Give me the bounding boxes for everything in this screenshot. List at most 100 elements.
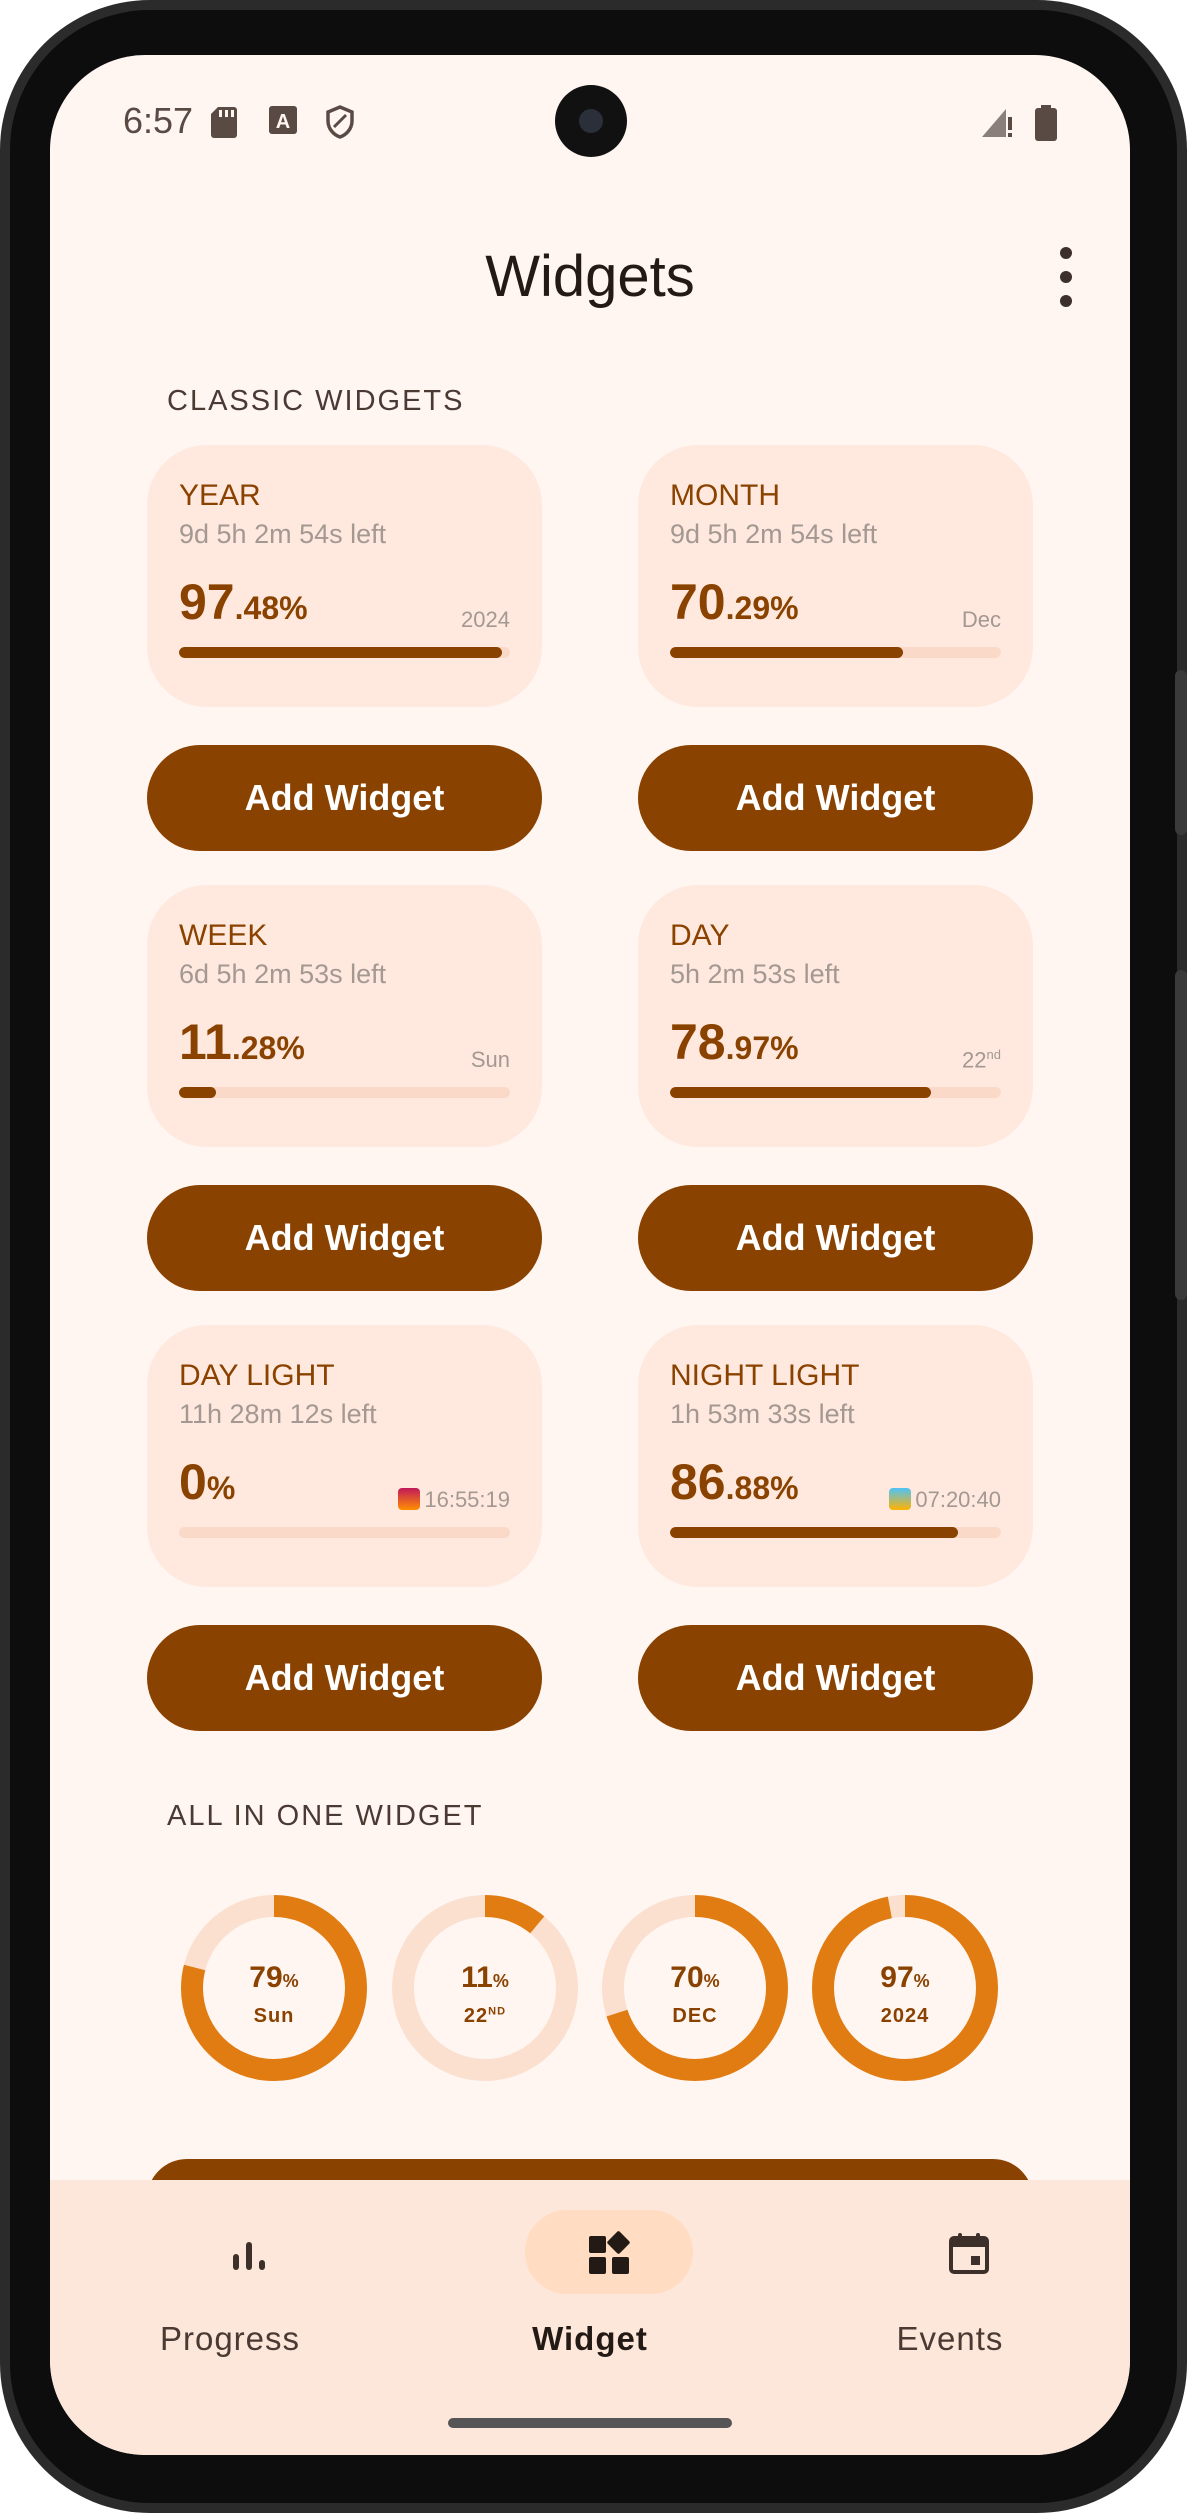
nav-item-progress[interactable]: Progress xyxy=(80,2210,380,2380)
progress-ring-value-wrap: 97% xyxy=(880,1961,929,1994)
widget-progress-track xyxy=(670,1527,1001,1538)
widget-time-left: 5h 2m 53s left xyxy=(670,959,840,989)
widget-percentage-int: 78 xyxy=(670,1014,726,1070)
progress-ring: 97% 2024 xyxy=(812,1895,998,2081)
sunrise-icon xyxy=(889,1488,912,1510)
progress-ring-label: 97% 2024 xyxy=(812,1961,998,2028)
volume-button xyxy=(1175,670,1187,835)
section-classic-widgets: CLASSIC WIDGETS xyxy=(167,385,465,417)
widget-card-night-light: NIGHT LIGHT 1h 53m 33s left 86.88% 07:20… xyxy=(638,1325,1033,1587)
progress-ring-value-wrap: 79% xyxy=(249,1961,298,1994)
widget-time-left: 1h 53m 33s left xyxy=(670,1399,855,1429)
widget-title: DAY LIGHT xyxy=(179,1359,335,1392)
widget-title: MONTH xyxy=(670,479,780,512)
progress-ring-label: 70% DEC xyxy=(602,1961,788,2028)
widget-side-value: 2024 xyxy=(461,607,510,632)
widget-percentage: 0% xyxy=(179,1453,235,1511)
progress-ring-sub: DEC xyxy=(602,2005,788,2028)
progress-ring: 70% DEC xyxy=(602,1895,788,2081)
widget-progress-track xyxy=(179,1087,510,1098)
widget-side-info: 22nd xyxy=(962,1047,1001,1073)
nav-item-widget[interactable]: Widget xyxy=(440,2210,740,2380)
add-widget-button-week[interactable]: Add Widget xyxy=(147,1185,542,1291)
battery-icon xyxy=(1035,105,1057,141)
progress-ring-unit: % xyxy=(282,1971,299,1991)
shield-icon xyxy=(326,105,354,139)
widget-percentage-int: 86 xyxy=(670,1454,726,1510)
widget-progress-fill xyxy=(670,1087,932,1098)
widget-side-value: Dec xyxy=(961,607,1001,632)
progress-ring-value: 97 xyxy=(880,1961,914,1994)
progress-ring-sub: 22ND xyxy=(392,2005,578,2028)
widget-card-year: YEAR 9d 5h 2m 54s left 97.48% 2024 xyxy=(147,445,542,707)
widget-percentage: 86.88% xyxy=(670,1453,799,1511)
widget-title: WEEK xyxy=(179,919,268,952)
widget-time-left: 9d 5h 2m 54s left xyxy=(670,519,878,549)
add-widget-button-day[interactable]: Add Widget xyxy=(638,1185,1033,1291)
widget-percentage-dec: .48% xyxy=(234,590,308,626)
bottom-navigation: Progress Widget Events xyxy=(50,2180,1130,2455)
widget-side-info: 07:20:40 xyxy=(889,1487,1001,1513)
nav-label-widget: Widget xyxy=(532,2320,648,2357)
screen: 6:57 A Widgets CLASSIC WIDGETS YEAR 9d 5… xyxy=(50,55,1130,2455)
home-indicator[interactable] xyxy=(448,2418,732,2428)
widget-title: YEAR xyxy=(179,479,261,512)
widget-side-value: 16:55:19 xyxy=(424,1487,510,1512)
add-widget-button-year[interactable]: Add Widget xyxy=(147,745,542,851)
status-time: 6:57 xyxy=(123,100,194,141)
widget-percentage-int: 11 xyxy=(179,1014,232,1070)
widget-side-info: 16:55:19 xyxy=(398,1487,510,1513)
progress-ring-unit: % xyxy=(703,1971,720,1991)
progress-ring-value: 70 xyxy=(670,1961,704,1994)
svg-text:A: A xyxy=(276,111,290,133)
progress-ring-value-wrap: 70% xyxy=(670,1961,719,1994)
widget-percentage-int: 0 xyxy=(179,1454,207,1510)
progress-ring-unit: % xyxy=(492,1971,509,1991)
widget-side-info: Sun xyxy=(471,1047,510,1073)
widget-percentage: 70.29% xyxy=(670,573,799,631)
progress-ring-sub: 2024 xyxy=(812,2005,998,2028)
widget-progress-track xyxy=(179,647,510,658)
widget-progress-track xyxy=(670,647,1001,658)
sd-card-icon xyxy=(211,107,237,138)
widget-progress-fill xyxy=(179,647,502,658)
widget-side-value: 22 xyxy=(962,1047,987,1073)
add-widget-button-day-light[interactable]: Add Widget xyxy=(147,1625,542,1731)
power-button xyxy=(1175,970,1187,1300)
progress-ring-value: 11 xyxy=(461,1961,493,1994)
widget-progress-fill xyxy=(179,1087,217,1098)
calendar-icon xyxy=(949,2233,989,2274)
widget-percentage-dec: .28% xyxy=(231,1030,305,1066)
widget-side-info: 2024 xyxy=(461,607,510,633)
more-options-icon[interactable] xyxy=(1054,247,1078,307)
widget-percentage: 11.28% xyxy=(179,1013,305,1071)
progress-ring-value: 79 xyxy=(249,1961,283,1994)
section-all-in-one-widget: ALL IN ONE WIDGET xyxy=(167,1800,484,1832)
signal-icon xyxy=(982,109,1012,137)
status-bar: 6:57 A xyxy=(50,55,1130,185)
progress-ring-sub-text: 22 xyxy=(463,2005,489,2027)
progress-ring-sub-suffix: ND xyxy=(488,2005,507,2018)
widget-percentage-int: 70 xyxy=(670,574,726,630)
nav-item-events[interactable]: Events xyxy=(800,2210,1100,2380)
widget-card-month: MONTH 9d 5h 2m 54s left 70.29% Dec xyxy=(638,445,1033,707)
widget-percentage: 97.48% xyxy=(179,573,308,631)
widget-percentage-dec: .88% xyxy=(725,1470,799,1506)
widget-time-left: 11h 28m 12s left xyxy=(179,1399,377,1429)
widget-title: DAY xyxy=(670,919,730,952)
widget-side-value: Sun xyxy=(470,1047,510,1072)
widget-percentage-dec: .29% xyxy=(725,590,799,626)
widget-percentage-dec: % xyxy=(206,1470,236,1506)
progress-ring-sub-text: Sun xyxy=(253,2005,295,2027)
phone-frame: 6:57 A Widgets CLASSIC WIDGETS YEAR 9d 5… xyxy=(0,0,1187,2513)
widget-time-left: 6d 5h 2m 53s left xyxy=(179,959,387,989)
widget-card-day-light: DAY LIGHT 11h 28m 12s left 0% 16:55:19 xyxy=(147,1325,542,1587)
app-bar: Widgets xyxy=(50,235,1130,325)
add-widget-button-night-light[interactable]: Add Widget xyxy=(638,1625,1033,1731)
bar-chart-icon xyxy=(233,2242,265,2270)
add-widget-button-month[interactable]: Add Widget xyxy=(638,745,1033,851)
progress-ring-label: 11% 22ND xyxy=(392,1961,578,2028)
front-camera xyxy=(555,85,627,157)
widget-progress-track xyxy=(179,1527,510,1538)
widget-progress-track xyxy=(670,1087,1001,1098)
